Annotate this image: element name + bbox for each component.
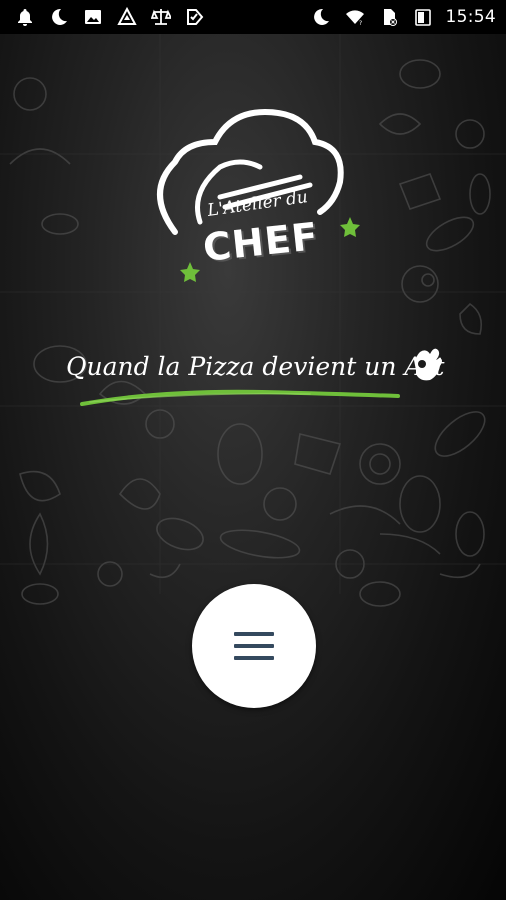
hamburger-menu-icon	[234, 632, 274, 660]
star-icon	[180, 262, 200, 282]
app-triangle-icon	[116, 6, 138, 28]
status-bar-notifications	[0, 0, 206, 34]
status-bar-clock: 15:54	[445, 7, 496, 27]
svg-text:?: ?	[359, 20, 362, 27]
gallery-image-icon	[82, 6, 104, 28]
app-scales-icon	[150, 6, 172, 28]
menu-button[interactable]	[192, 584, 316, 708]
ok-hand-icon	[415, 348, 442, 381]
do-not-disturb-moon-icon	[310, 6, 332, 28]
status-bar: ? 15:54	[0, 0, 506, 34]
star-icon	[340, 217, 360, 237]
tagline: Quand la Pizza devient un Art	[66, 352, 445, 381]
battery-icon	[412, 6, 434, 28]
restaurant-logo: L'Atelier du CHEF	[145, 102, 365, 292]
tagline-brush-underline	[80, 389, 400, 406]
splash-screen: ? 15:54 L'Atelier du CHEF Quand la Pizza…	[0, 0, 506, 900]
status-bar-system: ? 15:54	[310, 0, 497, 34]
app-check-icon	[184, 6, 206, 28]
do-not-disturb-moon-icon	[48, 6, 70, 28]
sim-card-icon	[378, 6, 400, 28]
notification-bell-icon	[14, 6, 36, 28]
wifi-icon: ?	[344, 6, 366, 28]
